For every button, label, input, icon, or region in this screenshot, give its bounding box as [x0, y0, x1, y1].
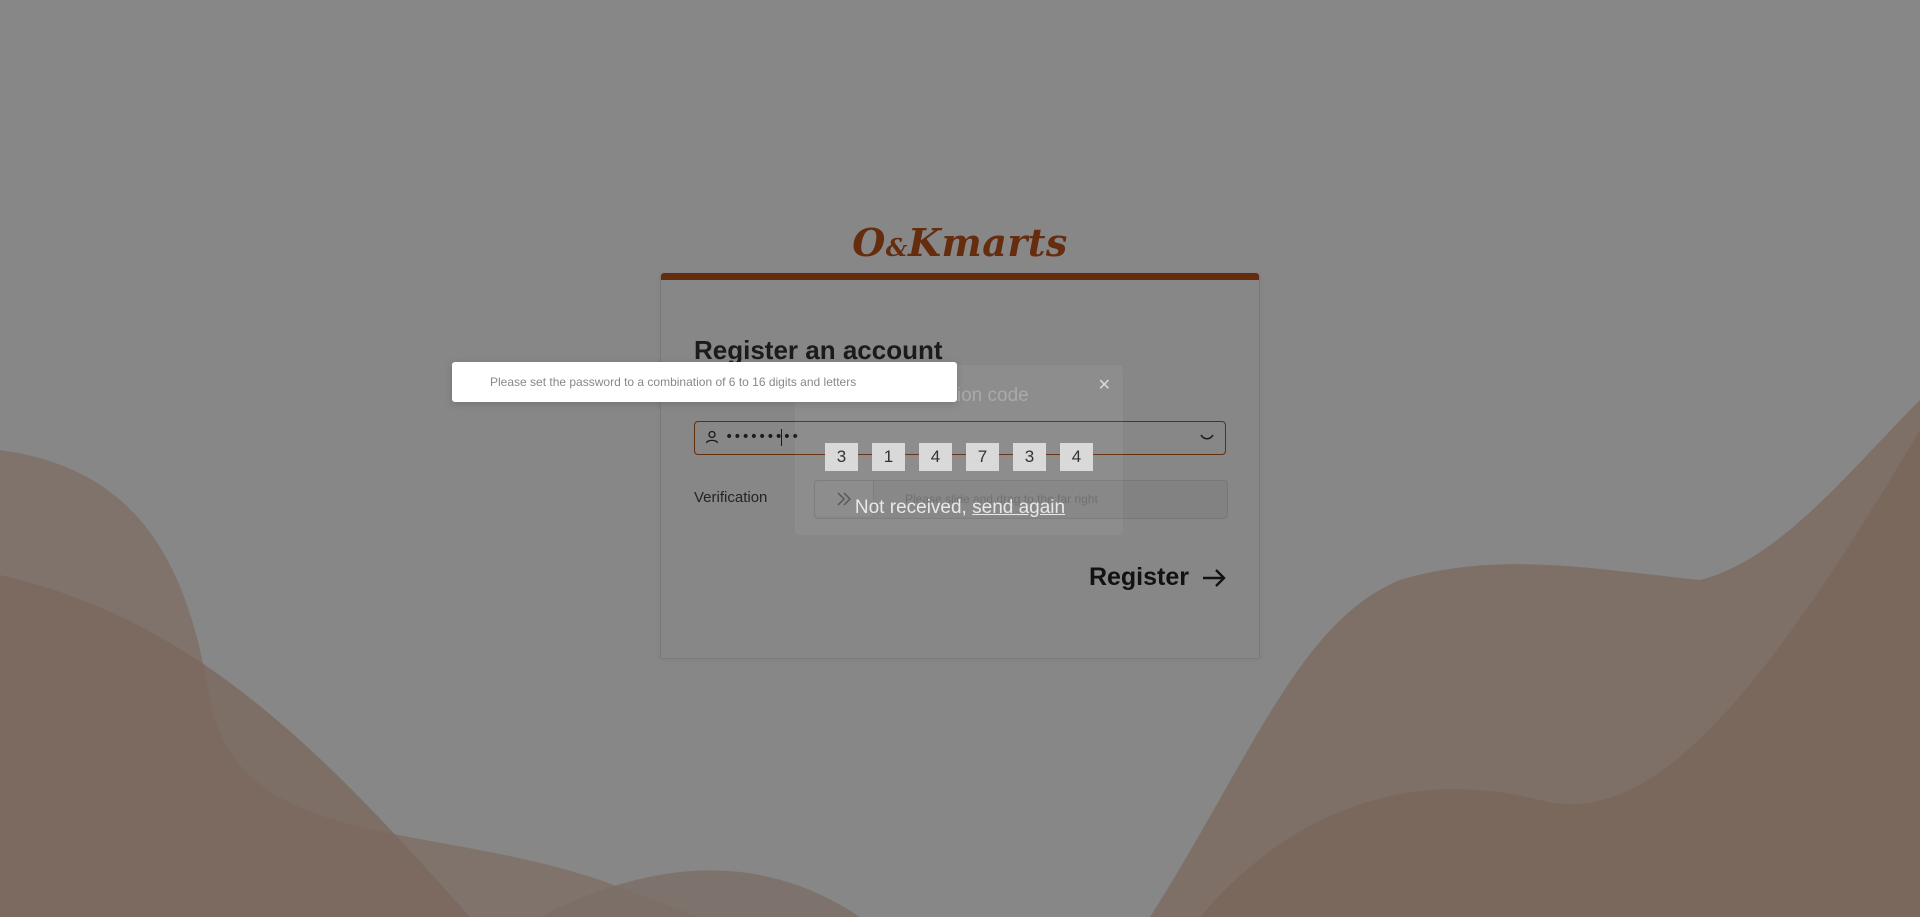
- close-icon[interactable]: ✕: [1098, 375, 1111, 395]
- send-again-link[interactable]: send again: [972, 497, 1065, 518]
- code-digit-3[interactable]: 4: [919, 443, 952, 471]
- code-digit-5[interactable]: 3: [1013, 443, 1046, 471]
- code-digit-4[interactable]: 7: [966, 443, 999, 471]
- code-digit-6[interactable]: 4: [1060, 443, 1093, 471]
- toast-message: Please set the password to a combination…: [490, 375, 857, 389]
- code-digit-2[interactable]: 1: [872, 443, 905, 471]
- verification-code-inputs: 3 1 4 7 3 4: [825, 443, 1093, 471]
- resend-line: Not received, send again: [0, 497, 1920, 519]
- code-digit-1[interactable]: 3: [825, 443, 858, 471]
- not-received-text: Not received,: [854, 497, 967, 518]
- password-rule-toast: Please set the password to a combination…: [452, 362, 957, 402]
